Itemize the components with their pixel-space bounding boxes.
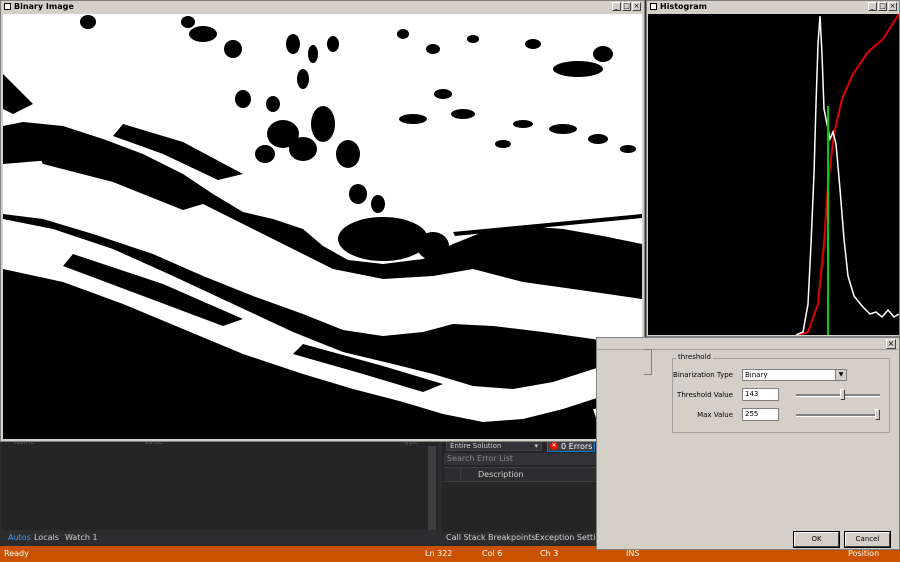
ok-button[interactable]: OK: [793, 531, 840, 548]
binarization-value: Binary: [745, 371, 768, 379]
chevron-down-icon[interactable]: ▼: [835, 370, 846, 380]
binary-image-titlebar[interactable]: Binary Image _ □ ×: [1, 1, 643, 12]
tab-watch-1[interactable]: Watch 1: [65, 533, 98, 542]
window-title: Binary Image: [14, 2, 74, 11]
locals-scrollbar[interactable]: [428, 446, 436, 532]
debug-tabs: Autos Locals Watch 1: [0, 530, 442, 546]
status-line: Ln 322: [425, 549, 453, 558]
threshold-label: Threshold Value: [677, 391, 733, 399]
threshold-slider-track[interactable]: [796, 394, 880, 397]
binarization-label: Binarization Type: [673, 371, 733, 379]
group-label: threshold: [676, 353, 713, 361]
dialog-close-button[interactable]: ×: [886, 339, 896, 349]
binarization-select[interactable]: Binary ▼: [742, 369, 847, 381]
threshold-value-field[interactable]: 143: [742, 388, 779, 401]
error-list-header: Description: [444, 467, 596, 482]
cancel-button[interactable]: Cancel: [844, 531, 891, 548]
tab-breakpoints[interactable]: Breakpoints: [488, 533, 536, 542]
close-button[interactable]: ×: [888, 2, 897, 11]
status-ch: Ch 3: [540, 549, 559, 558]
tab-call-stack[interactable]: Call Stack: [446, 533, 486, 542]
window-icon: [4, 3, 11, 10]
error-search-input[interactable]: Search Error List: [444, 453, 596, 465]
debug-tabs-right: Call Stack Breakpoints Exception Setting: [442, 530, 606, 546]
error-scope-value: Entire Solution: [450, 442, 502, 450]
maximize-button[interactable]: □: [878, 2, 887, 11]
histogram-titlebar[interactable]: Histogram _ □ ×: [647, 1, 899, 12]
col-description[interactable]: Description: [478, 468, 524, 481]
tab-autos[interactable]: Autos: [8, 533, 31, 542]
binary-image: [3, 14, 642, 439]
close-button[interactable]: ×: [632, 2, 641, 11]
chevron-down-icon: ▾: [534, 442, 538, 450]
tab-locals[interactable]: Locals: [34, 533, 59, 542]
max-value-field[interactable]: 255: [742, 408, 779, 421]
max-slider-track[interactable]: [796, 414, 880, 417]
maximize-button[interactable]: □: [622, 2, 631, 11]
max-value-label: Max Value: [697, 411, 733, 419]
status-ready: Ready: [4, 549, 29, 558]
column-divider: [460, 468, 461, 481]
minimize-button[interactable]: _: [868, 2, 877, 11]
dialog-separator: [598, 349, 898, 350]
max-slider-thumb[interactable]: [875, 409, 880, 420]
error-icon: ✕: [550, 442, 558, 450]
minimize-button[interactable]: _: [612, 2, 621, 11]
threshold-slider-thumb[interactable]: [840, 389, 846, 400]
locals-panel: [2, 438, 438, 532]
histogram-plot: [648, 14, 899, 335]
status-col: Col 6: [482, 549, 503, 558]
window-icon: [650, 3, 657, 10]
tab-exception-settings[interactable]: Exception Setting: [535, 533, 606, 542]
window-title: Histogram: [660, 2, 707, 11]
